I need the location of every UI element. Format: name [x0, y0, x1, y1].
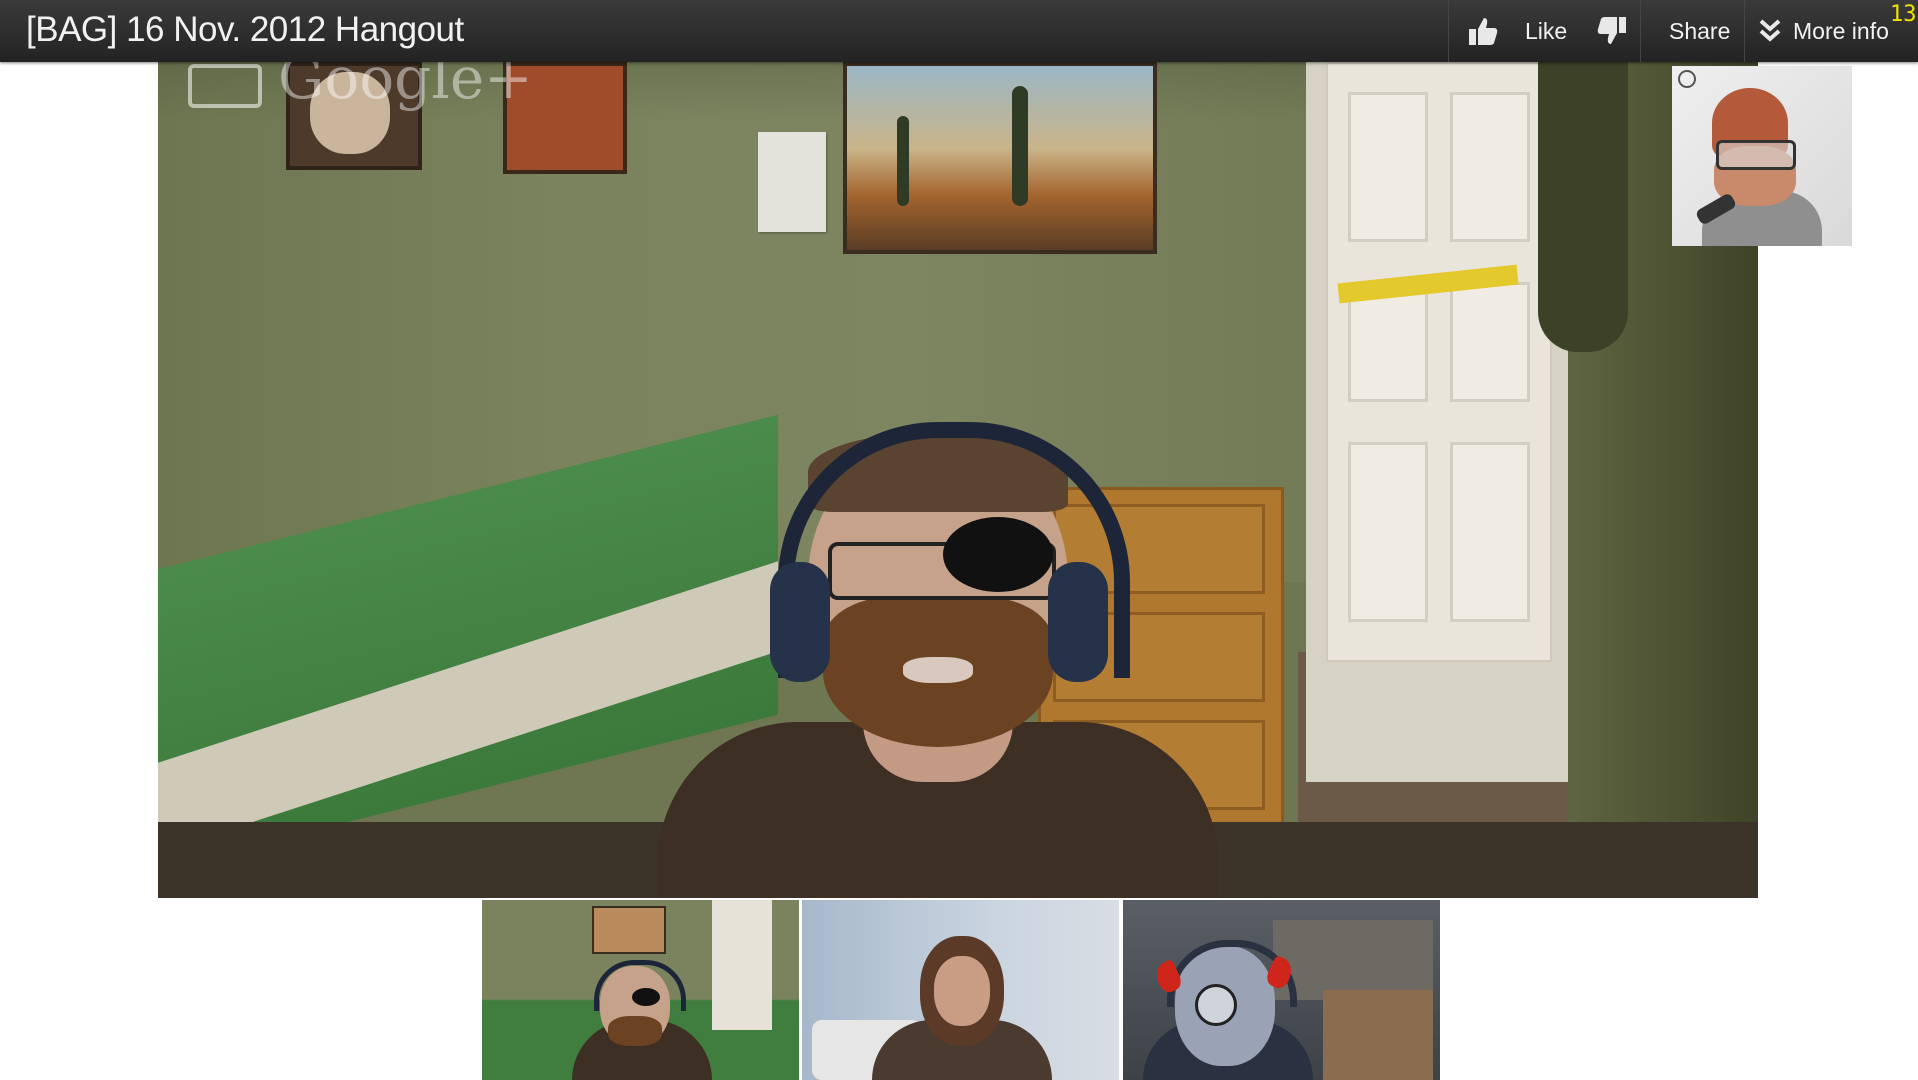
corner-badge: 13: [1890, 2, 1917, 27]
desert-painting: [843, 62, 1157, 254]
main-video-feed[interactable]: Google+: [158, 62, 1758, 898]
google-plus-watermark: Google+: [278, 62, 533, 112]
share-button[interactable]: Share: [1640, 0, 1744, 62]
participant-strip: [482, 900, 1440, 1080]
like-button[interactable]: Like: [1448, 0, 1598, 62]
dislike-button[interactable]: [1590, 0, 1642, 62]
hanging-coat: [1538, 62, 1628, 352]
like-label: Like: [1525, 17, 1568, 44]
hangout-status-icon: [1678, 70, 1696, 88]
avatar-inset[interactable]: [1672, 66, 1852, 246]
hangout-logo-icon: [188, 64, 262, 108]
thumbs-up-icon: [1467, 15, 1499, 47]
double-chevron-down-icon: [1759, 18, 1781, 44]
share-label: Share: [1669, 17, 1731, 44]
more-info-label: More info: [1793, 17, 1889, 44]
door: [1326, 62, 1552, 662]
participant-thumbnail[interactable]: [1123, 900, 1440, 1080]
main-participant: [658, 392, 1218, 898]
wall-paper: [758, 132, 826, 232]
thumbs-down-icon: [1596, 15, 1628, 47]
participant-thumbnail[interactable]: [802, 900, 1119, 1080]
title-bar: [BAG] 16 Nov. 2012 Hangout Like Share Mo…: [0, 0, 1918, 62]
video-title: [BAG] 16 Nov. 2012 Hangout: [26, 10, 464, 49]
participant-thumbnail[interactable]: [482, 900, 799, 1080]
